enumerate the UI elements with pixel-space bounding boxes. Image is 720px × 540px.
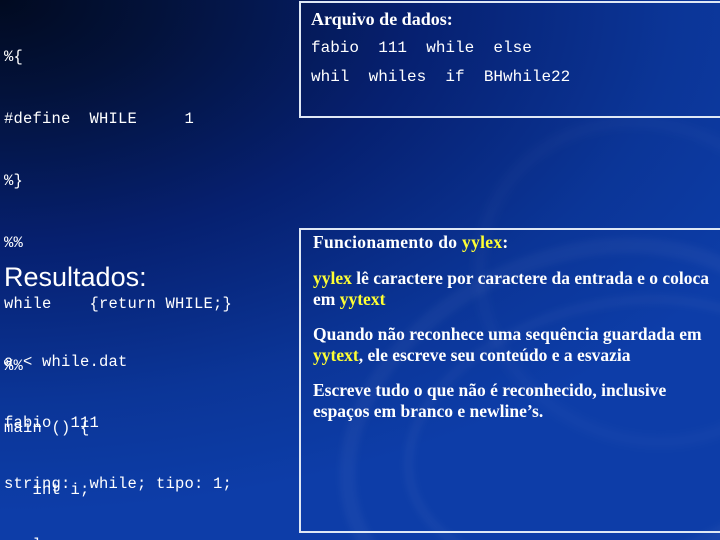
explanation-paragraph-1: yylex lê caractere por caractere da entr… bbox=[313, 268, 720, 311]
yylex-explanation-panel: Funcionamento do yylex: yylex lê caracte… bbox=[299, 228, 720, 533]
term-yytext: yytext bbox=[339, 289, 386, 309]
explanation-heading: Funcionamento do yylex: bbox=[313, 232, 720, 254]
data-file-box: Arquivo de dados: fabio 111 while else w… bbox=[299, 1, 720, 118]
output-line: string: while; tipo: 1; bbox=[4, 475, 233, 494]
term-yytext-2: yytext bbox=[313, 345, 359, 365]
explanation-heading-prefix: Funcionamento do bbox=[313, 232, 463, 252]
output-line: fabio 111 bbox=[4, 414, 100, 433]
explanation-paragraph-2: Quando não reconhece uma sequência guard… bbox=[313, 324, 720, 367]
term-yylex: yylex bbox=[313, 267, 352, 288]
explanation-paragraph-3: Escreve tudo o que não é reconhecido, in… bbox=[313, 379, 667, 422]
data-file-line: whil whiles if BHwhile22 bbox=[311, 68, 571, 86]
code-line: %} bbox=[4, 171, 24, 190]
data-file-line: fabio 111 while else bbox=[311, 39, 532, 57]
paragraph-2-suffix: , ele escreve seu conteúdo e a esvazia bbox=[358, 345, 631, 365]
explanation-heading-suffix: : bbox=[502, 232, 509, 252]
resultados-heading: Resultados: bbox=[4, 262, 147, 292]
output-line: else bbox=[4, 535, 232, 540]
slide-canvas: %{ #define WHILE 1 %} %% while {return W… bbox=[0, 0, 720, 540]
output-line: a < while.dat bbox=[4, 352, 128, 371]
data-file-title: Arquivo de dados: bbox=[311, 9, 453, 29]
explanation-heading-term: yylex bbox=[462, 232, 503, 252]
paragraph-2-prefix: Quando não reconhece uma sequência guard… bbox=[313, 323, 702, 344]
resultados-output-block: a < while.dat fabio 111 string: while; t… bbox=[4, 311, 232, 540]
